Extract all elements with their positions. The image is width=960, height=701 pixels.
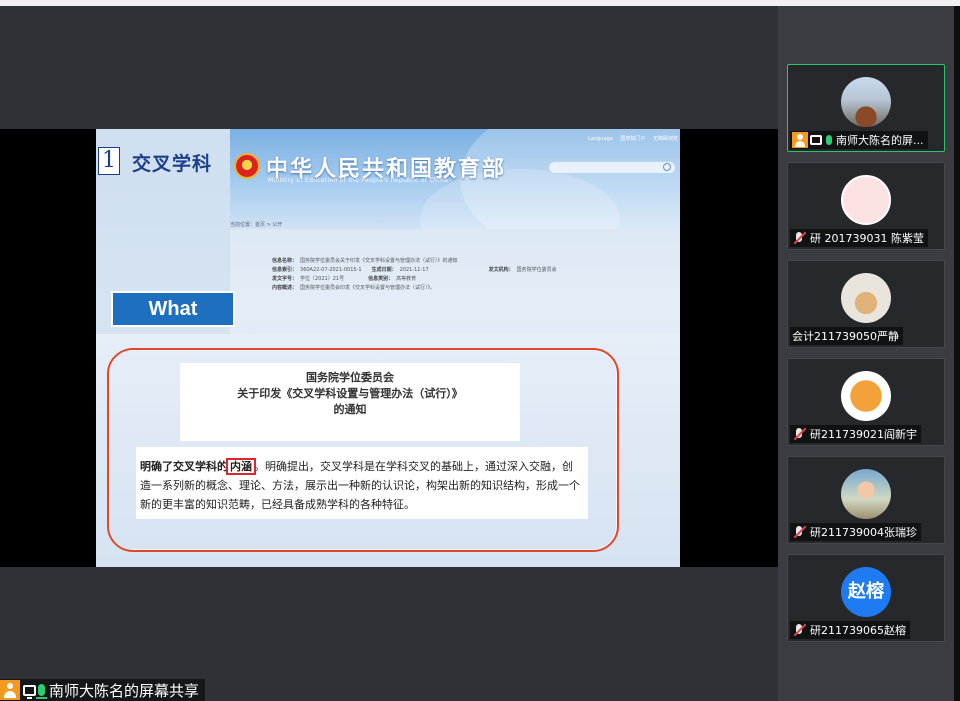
national-emblem-icon: [234, 153, 260, 179]
info-row: 内容概述： 国务院学位委员会印发《交叉学科设置与管理办法（试行）》。: [272, 285, 436, 291]
meeting-window: 1 交叉学科 中华人民共和国教育部 Ministry of Education …: [0, 0, 960, 701]
muted-mic-icon: [792, 231, 806, 245]
site-search-box: [548, 161, 676, 174]
participant-tile[interactable]: 赵榕 研211739065赵榕: [787, 554, 945, 642]
site-link: Language: [588, 136, 613, 142]
participant-label: 南师大陈名的屏...: [790, 131, 928, 149]
pig-avatar: [841, 175, 891, 225]
person-icon: [0, 680, 20, 700]
share-label-text: 南师大陈名的屏幕共享: [49, 681, 200, 700]
person-icon: [792, 132, 808, 148]
site-links: Language 国务院门户 无障碍浏览: [582, 135, 678, 142]
muted-mic-icon: [792, 525, 806, 539]
screen-share-label: 南师大陈名的屏幕共享: [0, 679, 206, 701]
tiger-avatar: [841, 371, 891, 421]
slide-title: 交叉学科: [132, 153, 213, 175]
participant-tile[interactable]: 研211739021阎新宇: [787, 358, 945, 446]
info-row: 发文字号： 学位〔2021〕21号 信息类别： 高等教育: [272, 276, 417, 282]
participant-tile[interactable]: 会计211739050严静: [787, 260, 945, 348]
mic-icon: [826, 135, 832, 145]
muted-mic-icon: [792, 427, 806, 441]
participant-label: 研211739021阎新宇: [790, 425, 921, 443]
site-link: 国务院门户: [620, 136, 646, 142]
participant-label: 研211739004张瑞珍: [790, 523, 921, 541]
website-header-screenshot: 中华人民共和国教育部 Ministry of Education of the …: [230, 129, 680, 229]
notice-line: 的通知: [333, 403, 367, 416]
screen-share-icon: [23, 684, 36, 699]
screen-share-icon: [810, 135, 822, 145]
participant-sidebar[interactable]: 南师大陈名的屏... 研 201739031 陈紫莹 会计211739050严静…: [778, 6, 954, 701]
notice-line: 关于印发《交叉学科设置与管理办法（试行）》: [237, 387, 463, 400]
participant-label: 会计211739050严静: [790, 327, 903, 345]
notice-line: 国务院学位委员会: [306, 371, 394, 384]
info-row: 信息名称： 国务院学位委员会关于印发《交叉学科设置与管理办法（试行）》的通知: [272, 258, 458, 264]
text-avatar: 赵榕: [841, 567, 891, 617]
photo-avatar: [841, 469, 891, 519]
participant-label: 研211739065赵榕: [790, 621, 910, 639]
document-info: 信息名称： 国务院学位委员会关于印发《交叉学科设置与管理办法（试行）》的通知 信…: [272, 257, 672, 293]
notice-title-box: 国务院学位委员会 关于印发《交叉学科设置与管理办法（试行）》 的通知: [180, 363, 520, 441]
what-label: What: [111, 291, 235, 327]
site-link: 无障碍浏览: [652, 136, 678, 142]
site-breadcrumb: 当前位置：首页 > 公开: [230, 222, 283, 228]
body-highlight: 内涵: [226, 458, 256, 475]
search-icon: [663, 163, 671, 171]
info-row: 信息索引： 360A22-07-2021-0015-1 生成日期： 2021-1…: [272, 267, 557, 273]
sidebar-edge: [954, 6, 960, 701]
participant-tile[interactable]: 南师大陈名的屏...: [787, 64, 945, 152]
slide-number: 1: [98, 147, 120, 175]
participant-label: 研 201739031 陈紫莹: [790, 229, 928, 247]
body-text: 明确了交叉学科的 内涵 。明确提出，交叉学科是在学科交叉的基础上，通过深入交融，创造…: [140, 457, 580, 514]
site-subtitle: Ministry of Education of the People's Re…: [268, 177, 449, 184]
photo-avatar: [841, 77, 891, 127]
dog-avatar: [841, 273, 891, 323]
shared-slide: 1 交叉学科 中华人民共和国教育部 Ministry of Education …: [96, 129, 680, 567]
mic-icon: [36, 684, 47, 699]
participant-tile[interactable]: 研 201739031 陈紫莹: [787, 162, 945, 250]
body-lead: 明确了交叉学科的: [140, 460, 228, 473]
muted-mic-icon: [792, 623, 806, 637]
participant-tile[interactable]: 研211739004张瑞珍: [787, 456, 945, 544]
